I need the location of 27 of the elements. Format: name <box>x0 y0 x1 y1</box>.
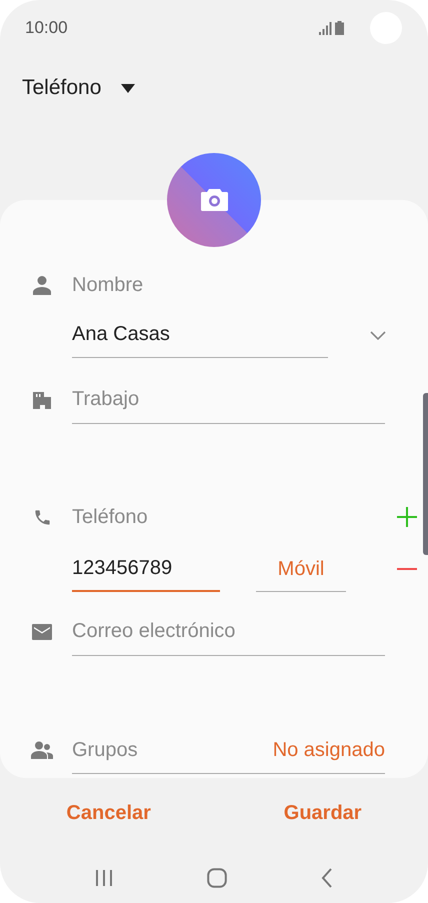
signal-icon <box>319 22 332 34</box>
groups-value[interactable]: No asignado <box>272 734 385 764</box>
person-icon <box>32 275 52 295</box>
phone-input[interactable]: 123456789 <box>72 546 220 592</box>
field-label: Grupos <box>72 738 138 762</box>
camera-icon <box>200 189 228 211</box>
back-icon <box>321 868 333 888</box>
email-input[interactable]: Correo electrónico <box>72 608 385 656</box>
save-button[interactable]: Guardar <box>274 794 372 832</box>
mail-icon <box>32 624 52 640</box>
name-input[interactable]: Ana Casas <box>72 312 328 358</box>
caret-icon <box>121 84 136 92</box>
type-dropdown[interactable]: Móvil <box>256 546 346 592</box>
field-label: Nombre <box>72 273 144 298</box>
cancel-button[interactable]: Cancelar <box>56 794 161 832</box>
company-input[interactable]: Trabajo <box>72 376 385 424</box>
phone-icon <box>32 508 52 526</box>
home-icon <box>207 868 227 888</box>
battery-icon <box>335 21 344 35</box>
clock-time: 10:00 <box>25 17 68 40</box>
field-label: Teléfono <box>72 505 148 530</box>
add-icon <box>396 507 416 527</box>
recent-apps-icon <box>95 870 113 886</box>
chevron-down-icon <box>370 330 386 340</box>
account-dropdown[interactable]: Teléfono <box>22 72 136 104</box>
people-icon <box>31 741 53 759</box>
building-icon <box>33 391 51 409</box>
